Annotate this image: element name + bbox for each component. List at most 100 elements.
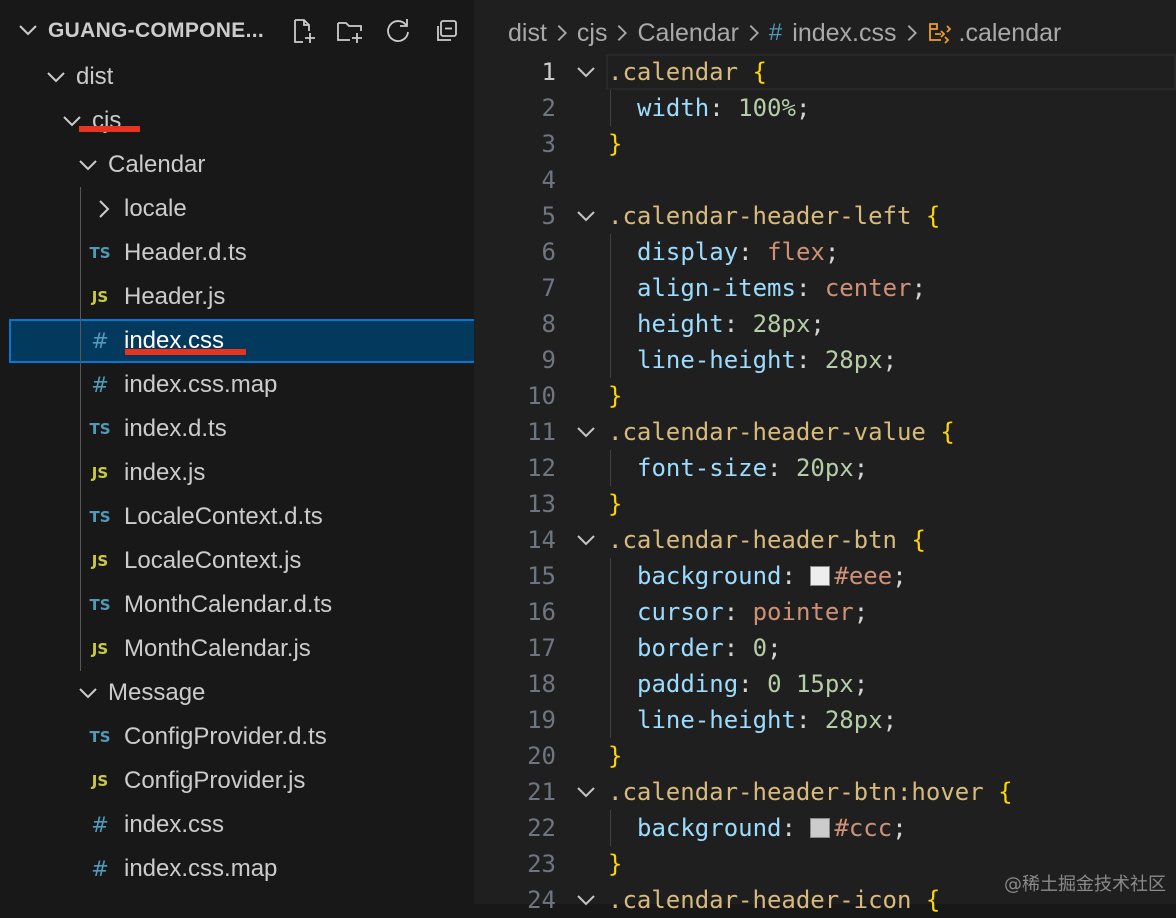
tree-file[interactable]: # index.css.map bbox=[0, 847, 474, 891]
breadcrumb-item[interactable]: dist bbox=[508, 19, 547, 48]
code-line[interactable]: 3} bbox=[474, 126, 1176, 162]
code-token: } bbox=[608, 490, 623, 518]
code-line[interactable]: 9 line-height: 28px; bbox=[474, 342, 1176, 378]
code-line[interactable]: 1 .calendar { bbox=[474, 54, 1176, 90]
code-token: : bbox=[781, 562, 811, 590]
code-token: line-height bbox=[637, 346, 796, 374]
code-content: .calendar-header-value { bbox=[608, 414, 955, 450]
new-file-button[interactable] bbox=[287, 14, 319, 48]
tree-folder[interactable]: dist bbox=[0, 55, 474, 99]
tree-file[interactable]: JS ConfigProvider.js bbox=[0, 759, 474, 803]
editor[interactable]: dist cjs Calendar # index.css .calendar … bbox=[474, 0, 1176, 914]
code-token: ; bbox=[892, 814, 907, 842]
code-line[interactable]: 2 width: 100%; bbox=[474, 90, 1176, 126]
tree-folder[interactable]: Message bbox=[0, 671, 474, 715]
tree-file[interactable]: # index.css.map bbox=[0, 363, 474, 407]
code-content: .calendar-header-btn:hover { bbox=[608, 774, 1013, 810]
code-content: .calendar-header-icon { bbox=[608, 882, 940, 918]
symbol-class-icon bbox=[928, 23, 951, 44]
code-line[interactable]: 16 cursor: pointer; bbox=[474, 594, 1176, 630]
fold-chevron-icon[interactable] bbox=[574, 888, 598, 912]
code-token: } bbox=[608, 382, 623, 410]
code-line[interactable]: 7 align-items: center; bbox=[474, 270, 1176, 306]
code-line[interactable]: 8 height: 28px; bbox=[474, 306, 1176, 342]
fold-chevron-icon[interactable] bbox=[574, 780, 598, 804]
code-token: : bbox=[795, 346, 825, 374]
code-line[interactable]: 15 background: #eee; bbox=[474, 558, 1176, 594]
tree-folder[interactable]: locale bbox=[0, 187, 474, 231]
code-token: line-height bbox=[637, 706, 796, 734]
tree-file[interactable]: TS ConfigProvider.d.ts bbox=[0, 715, 474, 759]
code-line[interactable]: 13} bbox=[474, 486, 1176, 522]
code-token: pointer bbox=[752, 598, 854, 626]
refresh-button[interactable] bbox=[382, 14, 414, 48]
chevron-down-icon bbox=[79, 688, 97, 699]
line-number: 21 bbox=[527, 778, 556, 806]
tree-file[interactable]: JS LocaleContext.js bbox=[0, 539, 474, 583]
code-content: .calendar-header-left { bbox=[608, 198, 940, 234]
indent-guide bbox=[80, 187, 81, 671]
code-token: } bbox=[608, 850, 623, 878]
js-file-icon: JS bbox=[91, 640, 109, 658]
code-token: 20px bbox=[795, 454, 854, 482]
new-folder-button[interactable] bbox=[334, 14, 366, 48]
code-content: } bbox=[608, 846, 622, 882]
breadcrumb-symbol[interactable]: .calendar bbox=[959, 19, 1062, 48]
tree-file[interactable]: JS Header.js bbox=[0, 275, 474, 319]
tree-item-label: Header.d.ts bbox=[124, 239, 247, 266]
code-line[interactable]: 5 .calendar-header-left { bbox=[474, 198, 1176, 234]
code-line[interactable]: 19 line-height: 28px; bbox=[474, 702, 1176, 738]
code-line[interactable]: 12 font-size: 20px; bbox=[474, 450, 1176, 486]
code-line[interactable]: 20} bbox=[474, 738, 1176, 774]
code-token: ; bbox=[824, 238, 840, 266]
code-line[interactable]: 17 border: 0; bbox=[474, 630, 1176, 666]
code-token: } bbox=[608, 130, 623, 158]
fold-chevron-icon[interactable] bbox=[574, 528, 598, 552]
fold-chevron-icon[interactable] bbox=[574, 204, 598, 228]
code-token: : bbox=[723, 310, 753, 338]
tree-item-label: locale bbox=[124, 195, 187, 222]
tree-folder[interactable]: Calendar bbox=[0, 143, 474, 187]
code-line[interactable]: 6 display: flex; bbox=[474, 234, 1176, 270]
color-swatch[interactable] bbox=[810, 818, 831, 838]
tree-item-label: Calendar bbox=[108, 151, 206, 178]
tree-file[interactable]: TS Header.d.ts bbox=[0, 231, 474, 275]
code-token: { bbox=[752, 58, 767, 86]
code-line[interactable]: 11 .calendar-header-value { bbox=[474, 414, 1176, 450]
tree-item-label: index.js bbox=[124, 459, 206, 486]
tree-folder[interactable]: cjs bbox=[0, 99, 474, 143]
tree-file[interactable]: JS MonthCalendar.js bbox=[0, 627, 474, 671]
code-line[interactable]: 18 padding: 0 15px; bbox=[474, 666, 1176, 702]
code-content: border: 0; bbox=[637, 630, 782, 666]
code-content: } bbox=[608, 378, 622, 414]
tree-file[interactable]: TS index.d.ts bbox=[0, 407, 474, 451]
fold-chevron-icon[interactable] bbox=[574, 420, 598, 444]
code-content: background: #ccc; bbox=[637, 810, 907, 846]
tree-file[interactable]: JS index.js bbox=[0, 451, 474, 495]
code-token: : bbox=[723, 598, 753, 626]
code-content: } bbox=[608, 126, 622, 162]
breadcrumb-item[interactable]: cjs bbox=[577, 19, 608, 48]
line-number: 6 bbox=[541, 238, 556, 266]
collapse-all-button[interactable] bbox=[430, 14, 462, 48]
chevron-down-icon[interactable] bbox=[16, 18, 40, 42]
code-line[interactable]: 21 .calendar-header-btn:hover { bbox=[474, 774, 1176, 810]
color-swatch[interactable] bbox=[810, 566, 831, 586]
code-line[interactable]: 10} bbox=[474, 378, 1176, 414]
tree-file[interactable]: # index.css bbox=[9, 319, 474, 363]
code-line[interactable]: 22 background: #ccc; bbox=[474, 810, 1176, 846]
line-number: 13 bbox=[527, 490, 556, 518]
tree-file[interactable]: # index.css bbox=[0, 803, 474, 847]
code-line[interactable]: 4 bbox=[474, 162, 1176, 198]
line-number: 10 bbox=[527, 382, 556, 410]
tree-file[interactable]: TS LocaleContext.d.ts bbox=[0, 495, 474, 539]
tree-file[interactable]: TS MonthCalendar.d.ts bbox=[0, 583, 474, 627]
breadcrumb-file[interactable]: index.css bbox=[792, 19, 896, 48]
fold-chevron-icon[interactable] bbox=[574, 60, 598, 84]
breadcrumb-item[interactable]: Calendar bbox=[637, 19, 738, 48]
code-token: ; bbox=[882, 706, 898, 734]
js-file-icon: JS bbox=[91, 772, 109, 790]
indent-guide bbox=[610, 450, 611, 486]
code-token: background bbox=[637, 814, 782, 842]
code-line[interactable]: 14 .calendar-header-btn { bbox=[474, 522, 1176, 558]
